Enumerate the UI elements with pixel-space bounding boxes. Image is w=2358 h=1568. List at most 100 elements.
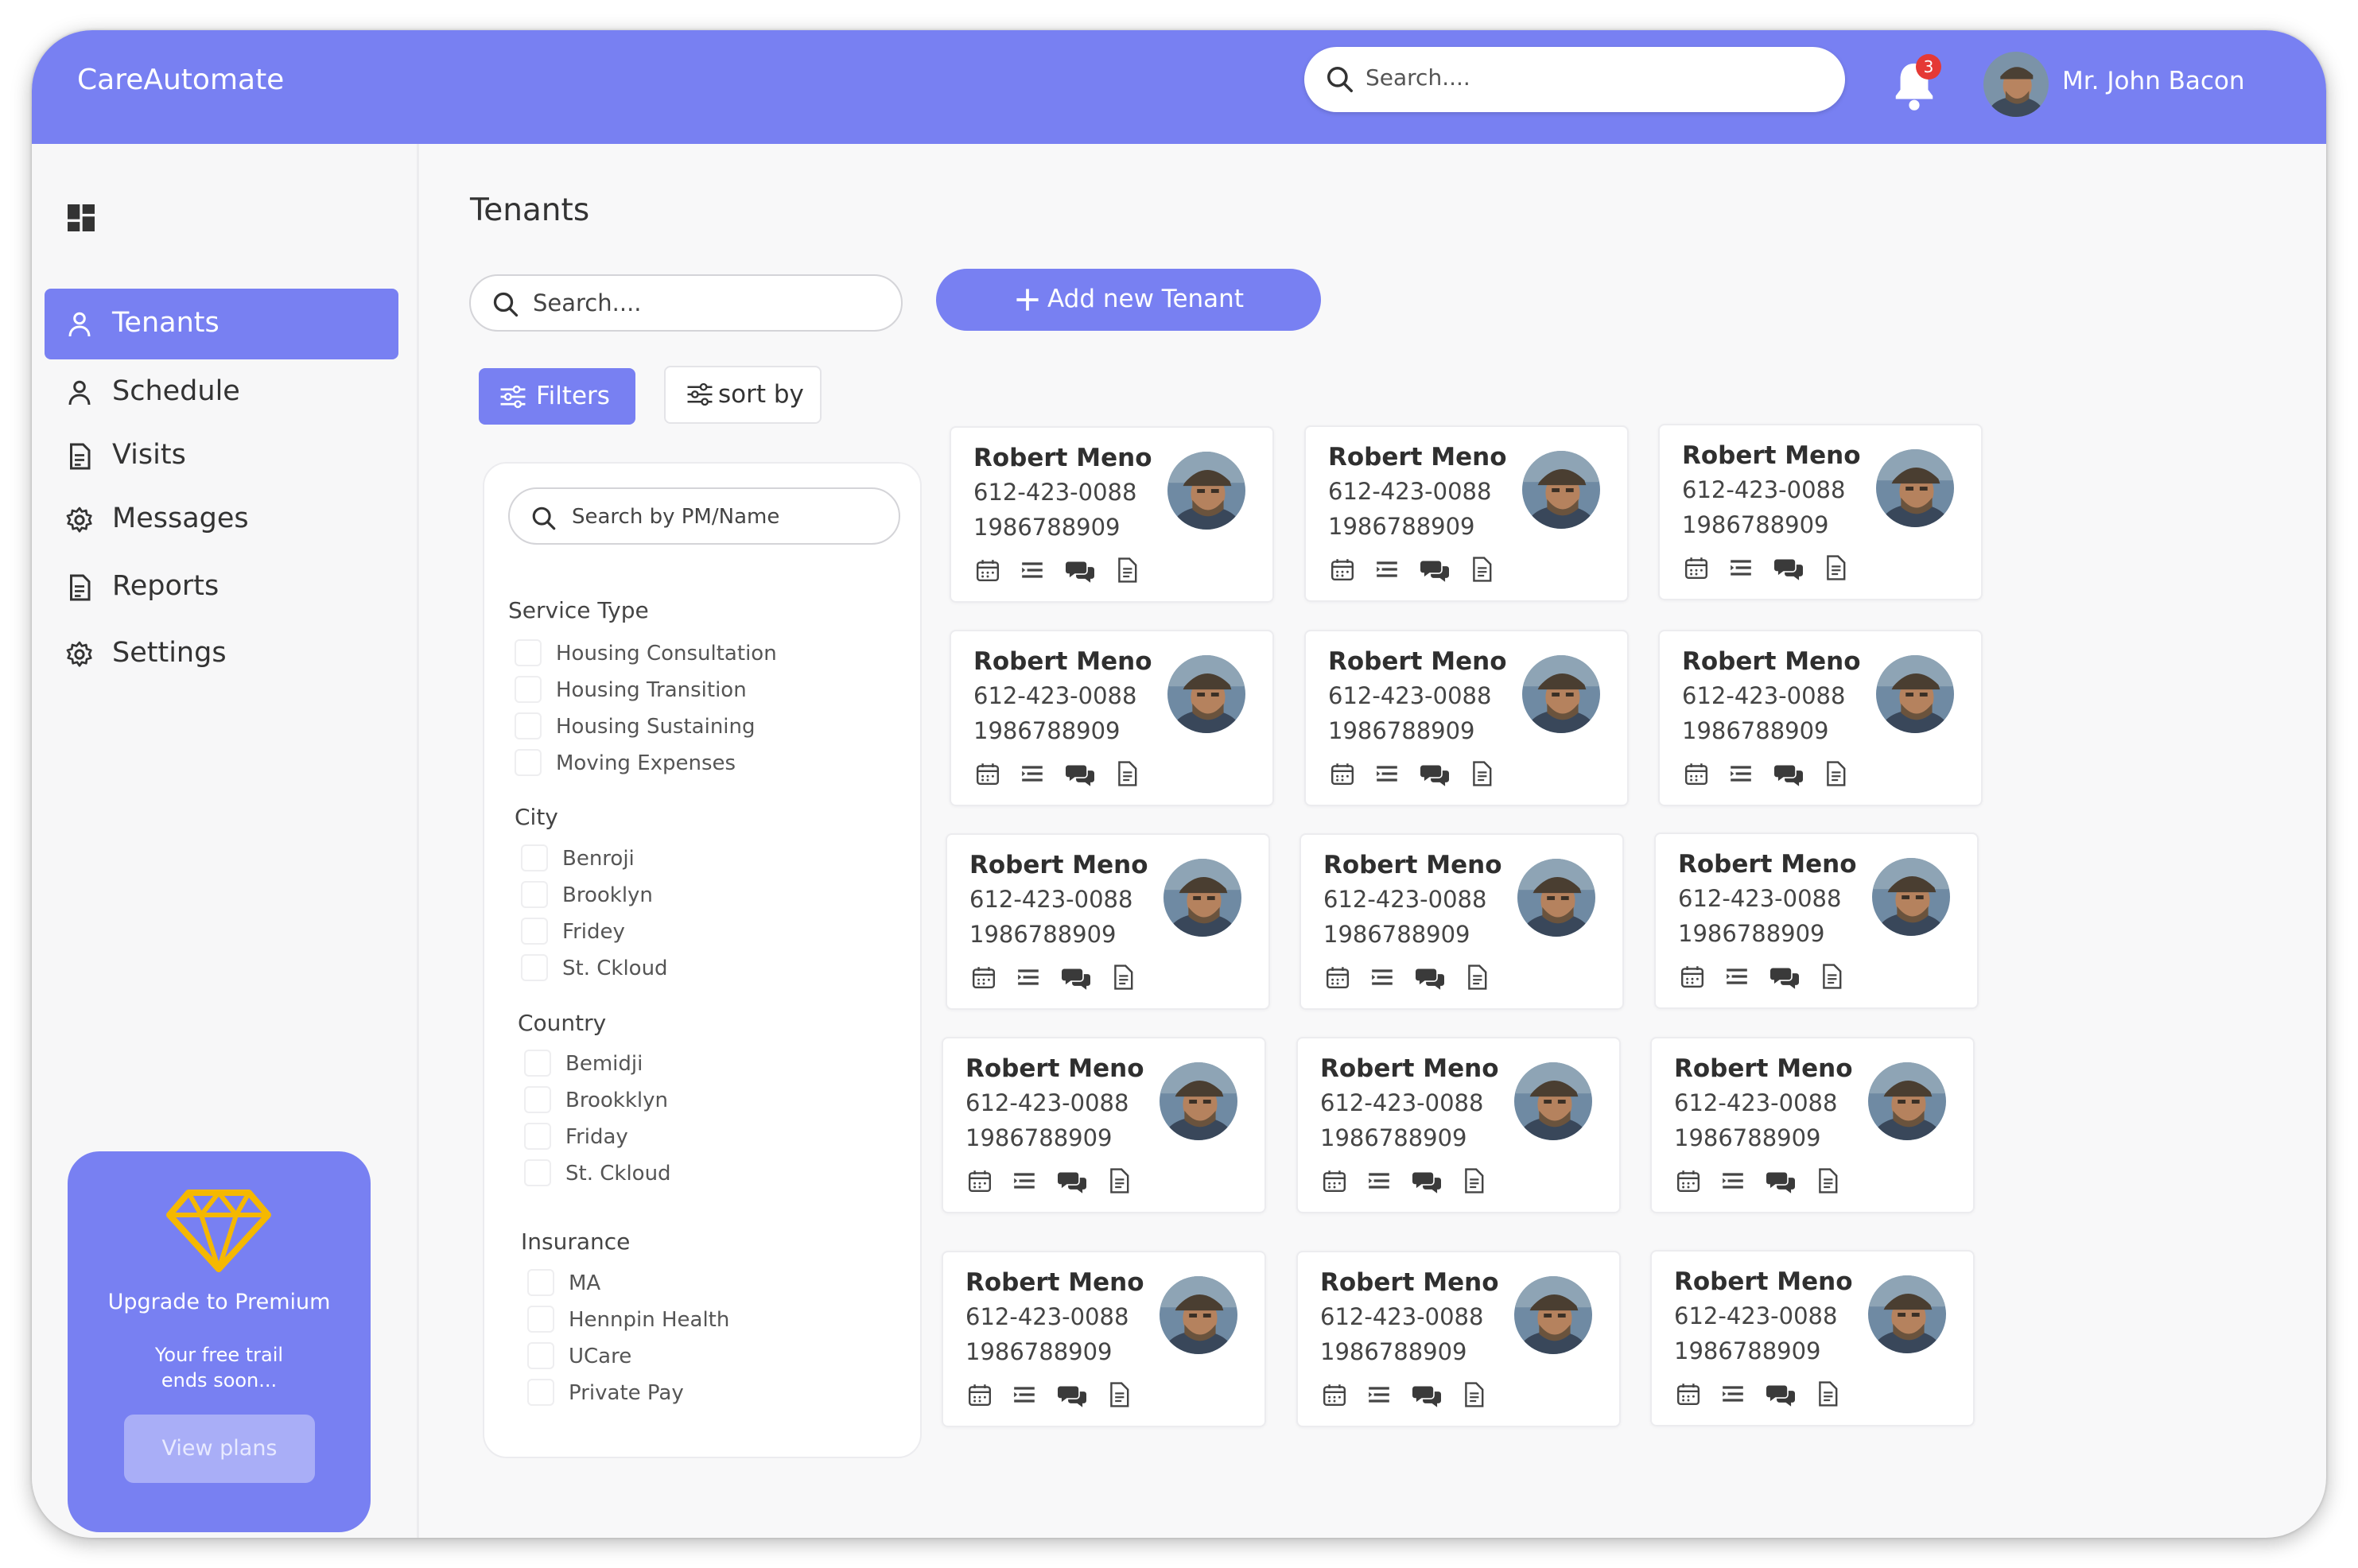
chat-icon[interactable]	[1766, 1381, 1795, 1411]
chat-icon[interactable]	[1412, 1168, 1441, 1198]
sort-button[interactable]: sort by	[664, 366, 822, 424]
chat-icon[interactable]	[1774, 555, 1803, 585]
calendar-icon[interactable]	[967, 1168, 993, 1197]
dashboard-icon[interactable]	[68, 204, 95, 231]
list-icon[interactable]	[1012, 1382, 1037, 1411]
tenant-card[interactable]: Robert Meno 612-423-0088 1986788909	[946, 833, 1270, 1010]
checkbox[interactable]	[515, 749, 542, 776]
list-icon[interactable]	[1728, 555, 1754, 584]
checkbox[interactable]	[521, 918, 548, 945]
document-icon[interactable]	[1816, 1168, 1839, 1197]
tenant-card[interactable]: Robert Meno 612-423-0088 1986788909	[1650, 1037, 1975, 1213]
document-icon[interactable]	[1462, 1168, 1486, 1197]
chat-icon[interactable]	[1766, 1168, 1795, 1198]
tenant-card[interactable]: Robert Meno 612-423-0088 1986788909	[1658, 630, 1983, 806]
sidebar-item-visits[interactable]: Visits	[45, 421, 398, 491]
document-icon[interactable]	[1820, 964, 1843, 992]
document-icon[interactable]	[1816, 1381, 1839, 1410]
checkbox[interactable]	[521, 881, 548, 908]
avatar[interactable]	[1983, 52, 2049, 117]
list-icon[interactable]	[1366, 1382, 1392, 1411]
list-icon[interactable]	[1366, 1168, 1392, 1197]
calendar-icon[interactable]	[1680, 964, 1705, 992]
calendar-icon[interactable]	[975, 761, 1000, 790]
chat-icon[interactable]	[1062, 964, 1090, 995]
checkbox[interactable]	[524, 1050, 551, 1077]
chat-icon[interactable]	[1416, 964, 1444, 995]
checkbox[interactable]	[515, 712, 542, 739]
document-icon[interactable]	[1115, 761, 1139, 790]
global-search-input[interactable]: Search....	[1304, 47, 1845, 112]
document-icon[interactable]	[1107, 1168, 1131, 1197]
document-icon[interactable]	[1824, 761, 1847, 790]
document-icon[interactable]	[1111, 964, 1135, 993]
calendar-icon[interactable]	[1330, 557, 1355, 585]
brand-logo[interactable]: CareAutomate	[77, 64, 284, 96]
checkbox[interactable]	[515, 639, 542, 666]
tenant-card[interactable]: Robert Meno 612-423-0088 1986788909	[1304, 630, 1629, 806]
checkbox[interactable]	[527, 1379, 554, 1406]
document-icon[interactable]	[1824, 555, 1847, 584]
sidebar-item-messages[interactable]: Messages	[45, 484, 398, 555]
tenant-card[interactable]: Robert Meno 612-423-0088 1986788909	[1658, 424, 1983, 600]
chat-icon[interactable]	[1066, 761, 1094, 791]
sidebar-item-schedule[interactable]: Schedule	[45, 357, 398, 428]
chat-icon[interactable]	[1770, 964, 1799, 994]
tenant-card[interactable]: Robert Meno 612-423-0088 1986788909	[1654, 833, 1979, 1009]
tenant-search-input[interactable]: Search....	[469, 274, 903, 332]
pm-name-search-input[interactable]: Search by PM/Name	[508, 487, 900, 545]
user-name[interactable]: Mr. John Bacon	[2062, 67, 2245, 95]
list-icon[interactable]	[1720, 1168, 1746, 1197]
list-icon[interactable]	[1012, 1168, 1037, 1197]
document-icon[interactable]	[1107, 1382, 1131, 1411]
tenant-card[interactable]: Robert Meno 612-423-0088 1986788909	[1296, 1251, 1621, 1427]
calendar-icon[interactable]	[975, 557, 1000, 586]
calendar-icon[interactable]	[1322, 1382, 1347, 1411]
chat-icon[interactable]	[1066, 557, 1094, 588]
list-icon[interactable]	[1020, 557, 1045, 586]
chat-icon[interactable]	[1058, 1168, 1086, 1198]
checkbox[interactable]	[521, 844, 548, 871]
list-icon[interactable]	[1728, 761, 1754, 790]
calendar-icon[interactable]	[1684, 761, 1709, 790]
sidebar-item-settings[interactable]: Settings	[45, 619, 398, 689]
tenant-card[interactable]: Robert Meno 612-423-0088 1986788909	[942, 1037, 1266, 1213]
checkbox[interactable]	[527, 1342, 554, 1369]
filters-button[interactable]: Filters	[479, 368, 635, 425]
tenant-card[interactable]: Robert Meno 612-423-0088 1986788909	[1304, 425, 1629, 602]
chat-icon[interactable]	[1058, 1382, 1086, 1412]
list-icon[interactable]	[1369, 964, 1395, 993]
checkbox[interactable]	[521, 954, 548, 981]
add-tenant-button[interactable]: Add new Tenant	[936, 269, 1321, 331]
calendar-icon[interactable]	[1322, 1168, 1347, 1197]
list-icon[interactable]	[1016, 964, 1041, 993]
calendar-icon[interactable]	[1684, 555, 1709, 584]
view-plans-button[interactable]: View plans	[124, 1415, 315, 1483]
sidebar-item-tenants[interactable]: Tenants	[45, 289, 398, 359]
checkbox[interactable]	[515, 676, 542, 703]
calendar-icon[interactable]	[1676, 1168, 1701, 1197]
checkbox[interactable]	[524, 1086, 551, 1113]
calendar-icon[interactable]	[1325, 964, 1350, 993]
tenant-card[interactable]: Robert Meno 612-423-0088 1986788909	[942, 1251, 1266, 1427]
document-icon[interactable]	[1470, 557, 1494, 585]
tenant-card[interactable]: Robert Meno 612-423-0088 1986788909	[1650, 1250, 1975, 1426]
list-icon[interactable]	[1020, 761, 1045, 790]
list-icon[interactable]	[1374, 761, 1400, 790]
calendar-icon[interactable]	[1676, 1381, 1701, 1410]
tenant-card[interactable]: Robert Meno 612-423-0088 1986788909	[1296, 1037, 1621, 1213]
list-icon[interactable]	[1720, 1381, 1746, 1410]
checkbox[interactable]	[527, 1306, 554, 1333]
tenant-card[interactable]: Robert Meno 612-423-0088 1986788909	[1299, 833, 1624, 1010]
sidebar-item-reports[interactable]: Reports	[45, 552, 398, 623]
document-icon[interactable]	[1115, 557, 1139, 586]
document-icon[interactable]	[1462, 1382, 1486, 1411]
chat-icon[interactable]	[1420, 761, 1449, 791]
checkbox[interactable]	[524, 1159, 551, 1186]
chat-icon[interactable]	[1412, 1382, 1441, 1412]
checkbox[interactable]	[527, 1269, 554, 1296]
tenant-card[interactable]: Robert Meno 612-423-0088 1986788909	[950, 630, 1274, 806]
checkbox[interactable]	[524, 1123, 551, 1150]
list-icon[interactable]	[1374, 557, 1400, 585]
tenant-card[interactable]: Robert Meno 612-423-0088 1986788909	[950, 426, 1274, 603]
